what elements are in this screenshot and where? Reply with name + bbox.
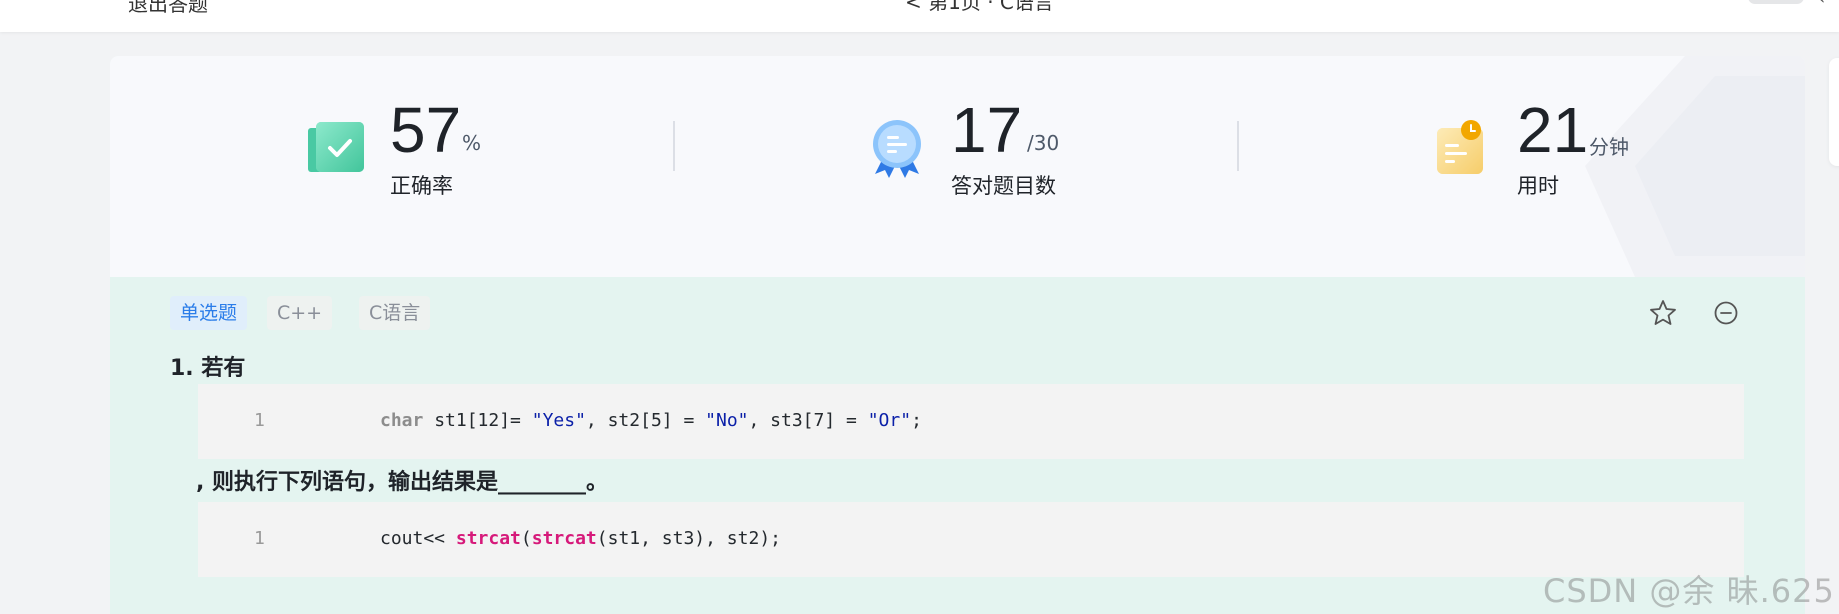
correct-count-label: 答对题目数 [951, 174, 1056, 198]
accuracy-unit: % [462, 131, 482, 155]
correct-count-value: 17 [951, 94, 1023, 166]
stat-accuracy: 57 % 正确率 [306, 98, 526, 208]
time-used-label: 用时 [1517, 174, 1559, 198]
correct-count-total: /30 [1027, 131, 1060, 155]
code-token: ; [911, 410, 922, 431]
code-line-number: 1 [254, 410, 265, 431]
code-block-statement: 1 cout<< strcat(strcat(st1, st3), st2); [198, 502, 1744, 577]
code-token: "No" [705, 410, 749, 431]
code-line: char st1[12]= "Yes", st2[5] = "No", st3[… [380, 410, 922, 431]
accuracy-label: 正确率 [390, 174, 453, 198]
side-panel [1829, 58, 1839, 166]
tag-question-type: 单选题 [170, 296, 248, 330]
code-token: strcat [531, 528, 597, 549]
code-token: char [380, 410, 424, 431]
top-bar: 退出答题 < 第1页 · C语言 ‹ [0, 0, 1839, 32]
stat-time-used: 21 分钟 用时 [1433, 98, 1673, 208]
minus-circle-icon[interactable] [1711, 298, 1741, 328]
code-token: "Yes" [531, 410, 586, 431]
code-token: strcat [455, 528, 521, 549]
exit-quiz-button[interactable]: 退出答题 [128, 0, 208, 17]
divider [1237, 121, 1239, 171]
tag-c-language: C语言 [359, 296, 431, 330]
watermark: CSDN @余 昧.625 [1543, 572, 1835, 610]
award-medal-icon [873, 120, 921, 178]
code-token: , st3[7] = [748, 410, 868, 431]
code-line-number: 1 [254, 528, 265, 549]
mode-toggle[interactable] [1748, 0, 1804, 4]
star-icon[interactable] [1648, 298, 1678, 328]
time-used-value: 21 [1517, 94, 1589, 166]
stats-panel: 57 % 正确率 17 /30 答对题目数 21 分钟 用时 [110, 56, 1805, 277]
result-card: 57 % 正确率 17 /30 答对题目数 21 分钟 用时 单选题 C++ C… [110, 56, 1805, 614]
check-book-icon [308, 122, 364, 172]
more-icon[interactable]: ‹ [1818, 0, 1825, 9]
code-token: (st1, st3), st2); [596, 528, 781, 549]
page-indicator[interactable]: < 第1页 · C语言 [905, 0, 1054, 15]
code-token: cout<< [380, 528, 456, 549]
question-text: , 则执行下列语句，输出结果是________。 [196, 470, 609, 495]
code-token: ( [520, 528, 532, 549]
code-token: "Or" [867, 410, 912, 431]
tag-cpp: C++ [267, 296, 333, 330]
clock-note-icon [1437, 120, 1483, 174]
code-line: cout<< strcat(strcat(st1, st3), st2); [380, 528, 781, 549]
accuracy-value: 57 [390, 94, 462, 166]
code-block-declaration: 1 char st1[12]= "Yes", st2[5] = "No", st… [198, 384, 1744, 459]
code-token: , st2[5] = [585, 410, 706, 431]
divider [673, 121, 675, 171]
code-token: st1[12]= [423, 410, 532, 431]
question-title: 1. 若有 [170, 356, 246, 381]
time-used-unit: 分钟 [1589, 135, 1629, 159]
stat-correct-count: 17 /30 答对题目数 [867, 98, 1127, 208]
